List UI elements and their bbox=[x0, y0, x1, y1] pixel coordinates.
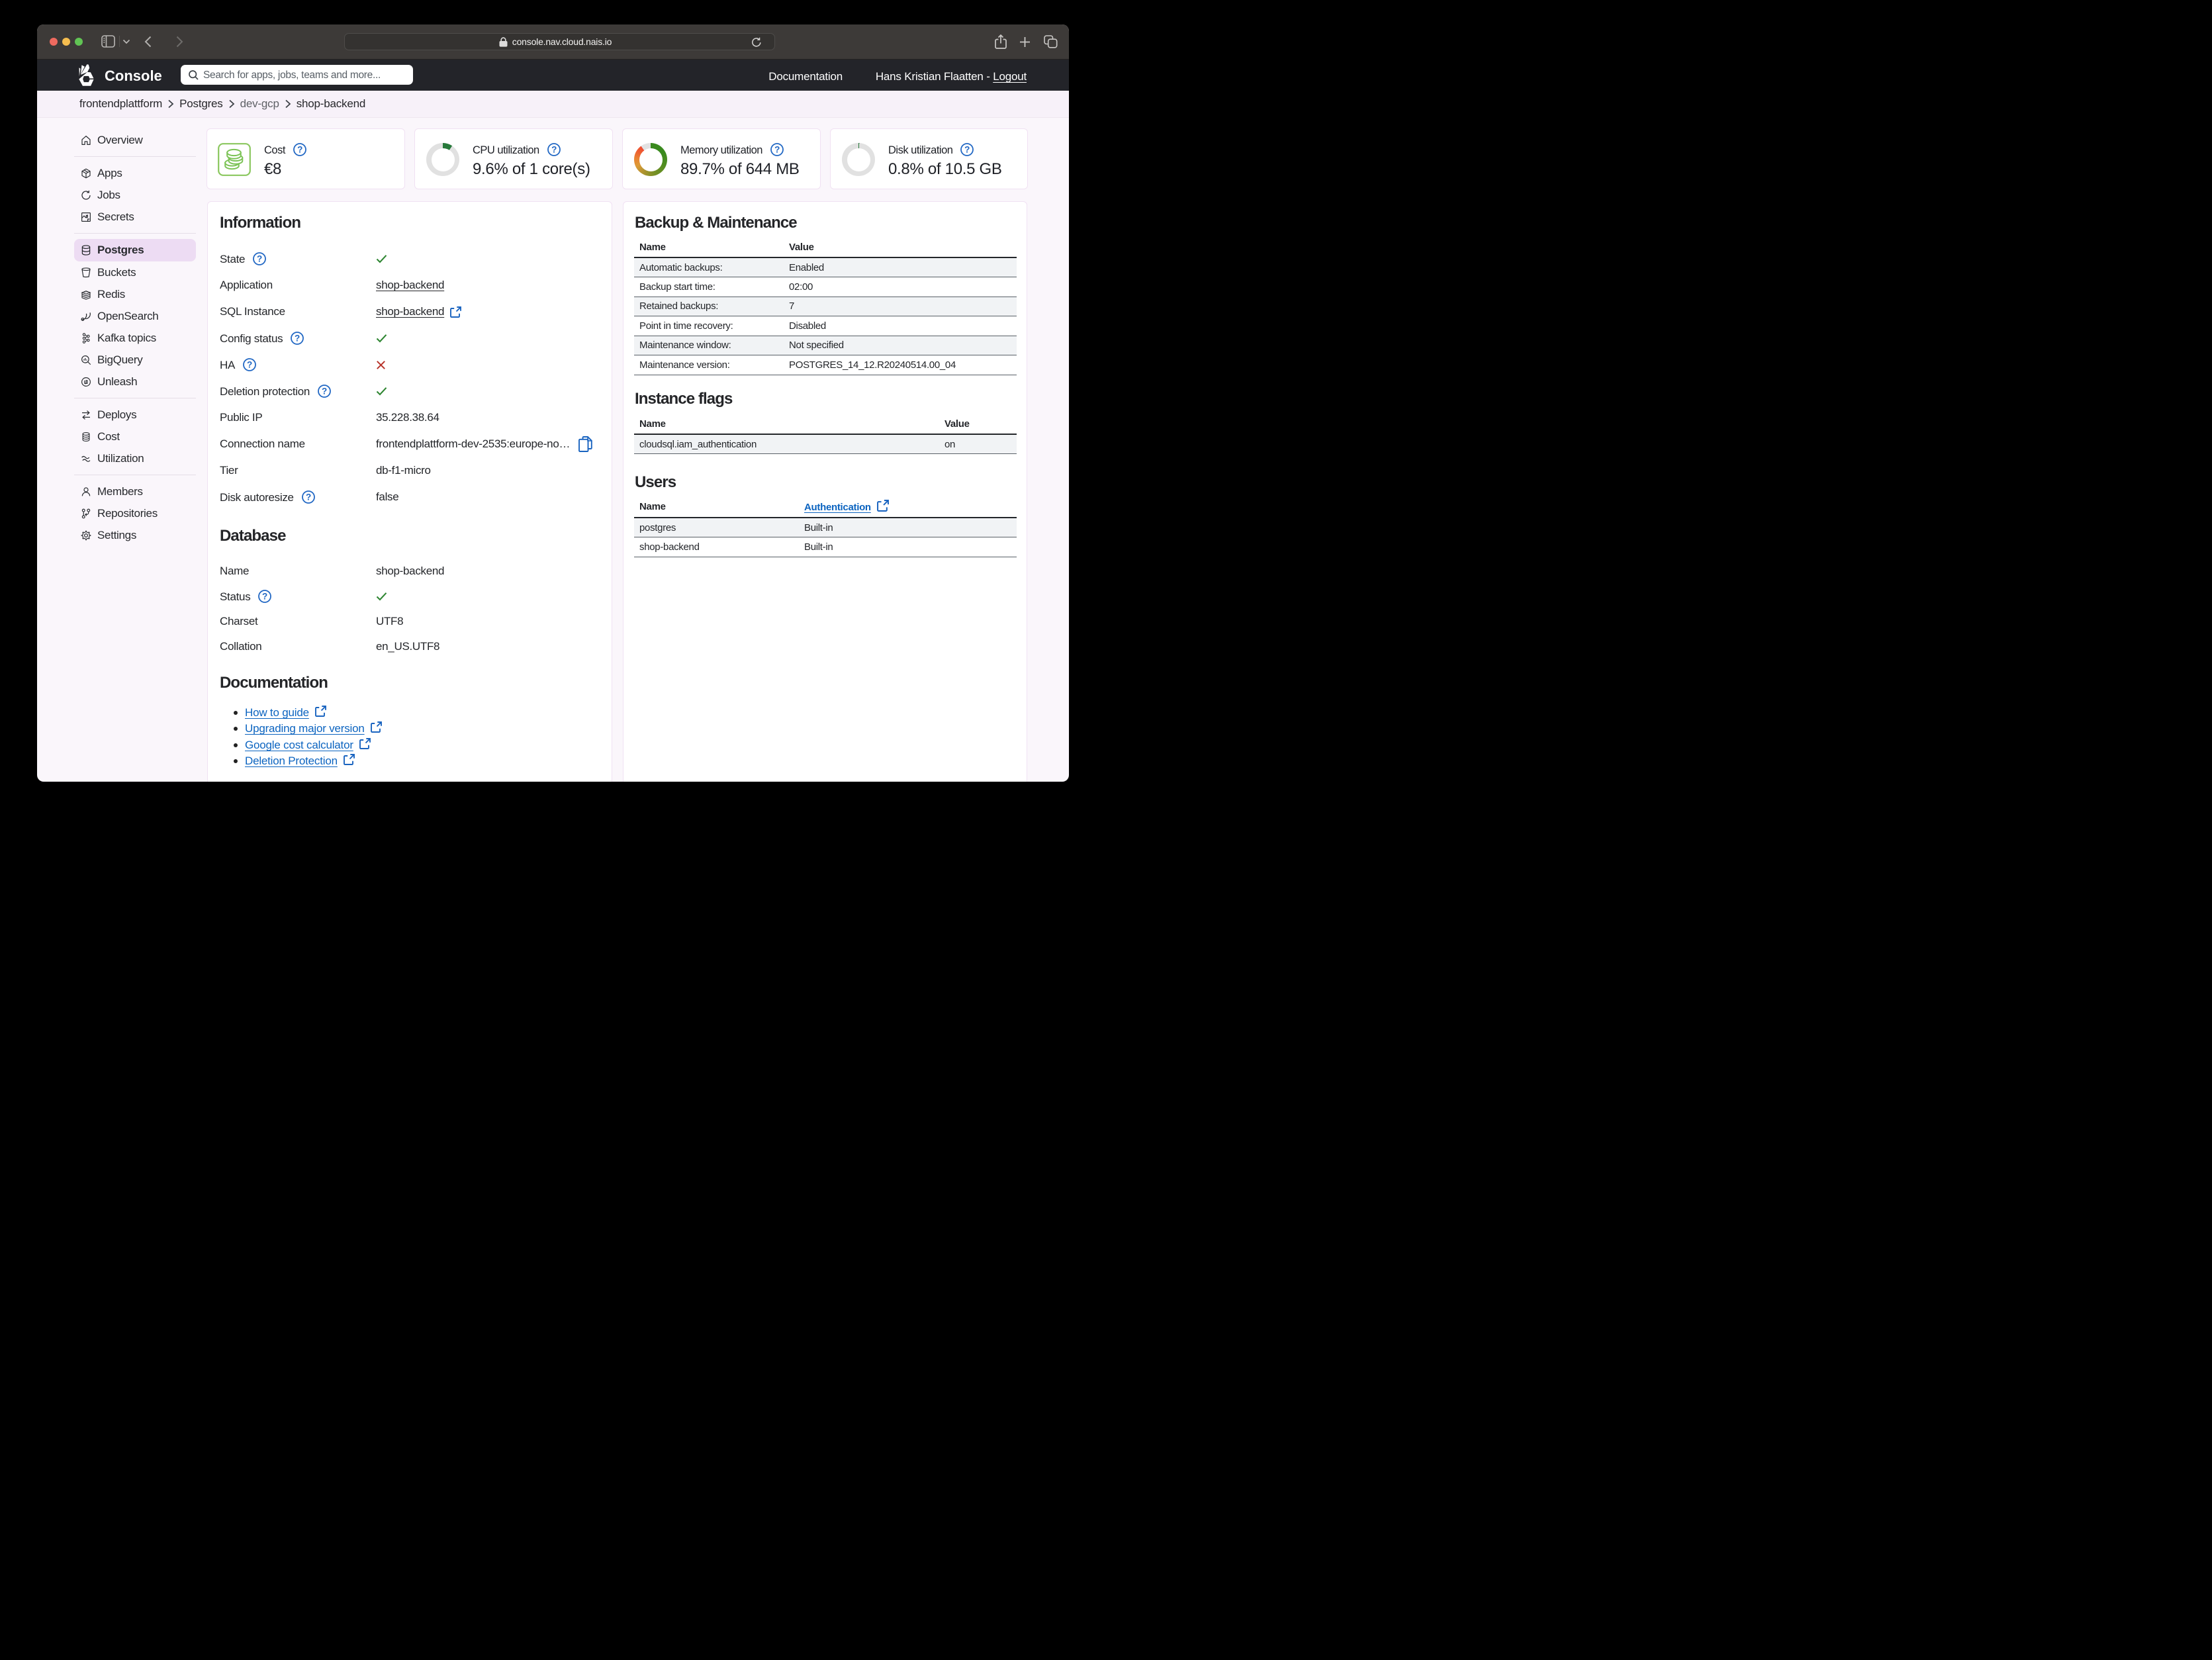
svg-text:?: ? bbox=[322, 386, 327, 396]
svg-text:?: ? bbox=[262, 591, 267, 601]
svg-text:?: ? bbox=[297, 144, 302, 154]
svg-text:?: ? bbox=[774, 144, 780, 154]
svg-text:?: ? bbox=[306, 492, 311, 502]
svg-text:?: ? bbox=[257, 254, 262, 263]
svg-text:?: ? bbox=[247, 359, 252, 369]
svg-text:?: ? bbox=[965, 144, 970, 154]
svg-text:?: ? bbox=[551, 144, 557, 154]
svg-text:?: ? bbox=[295, 333, 300, 343]
